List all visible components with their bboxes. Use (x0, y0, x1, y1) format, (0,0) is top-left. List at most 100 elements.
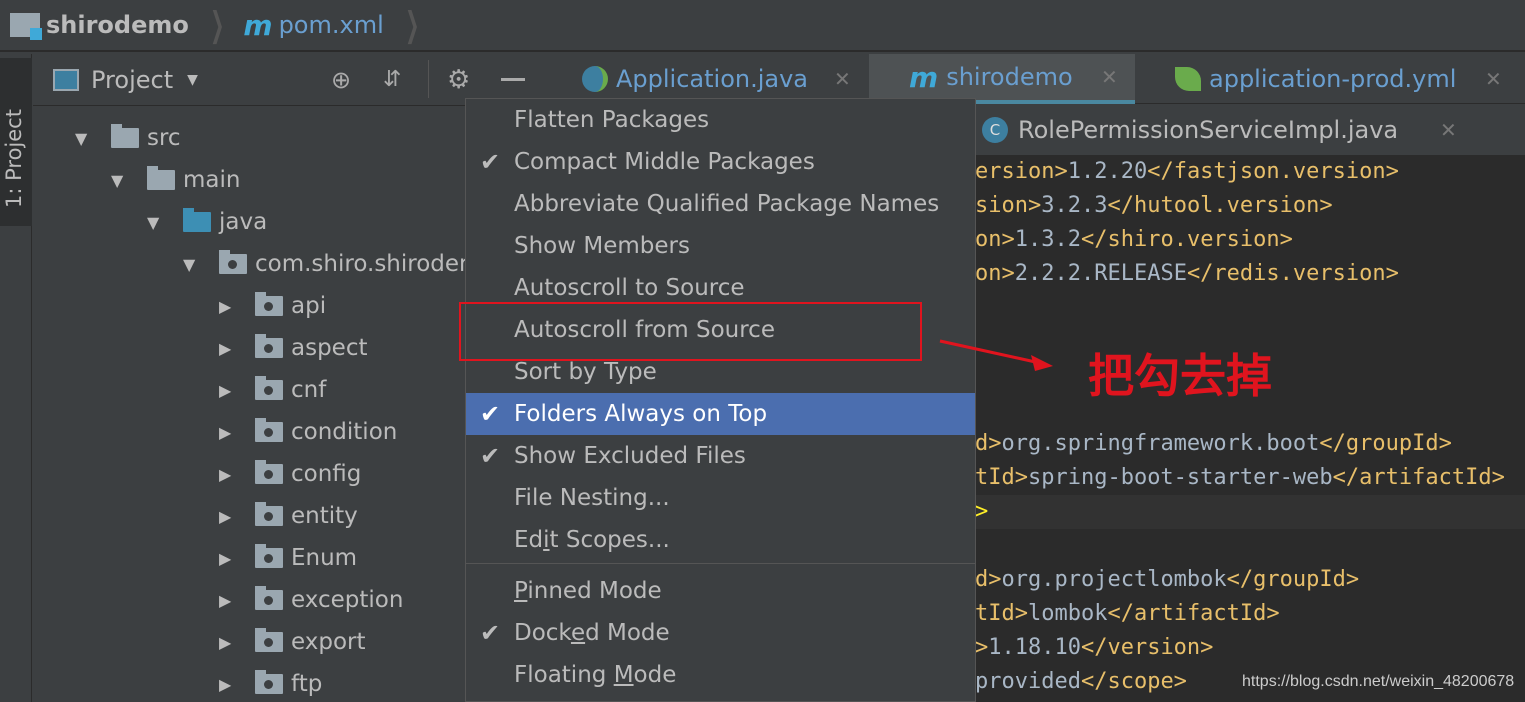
code-line: tId>lombok</artifactId> (975, 601, 1280, 626)
tree-item[interactable]: ▶ api (219, 285, 326, 327)
project-tool-tab-label: 1: Project (2, 109, 26, 208)
tree-item[interactable]: ▶ Enum (219, 537, 357, 579)
breadcrumb-project[interactable]: shirodemo (10, 11, 189, 40)
menu-item[interactable]: Edit Scopes... (466, 519, 975, 561)
tab-shirodemo[interactable]: m shirodemo ✕ (869, 54, 1135, 104)
hide-icon[interactable] (501, 78, 525, 81)
collapsed-arrow-icon[interactable]: ▶ (219, 339, 239, 358)
tree-item-label: api (291, 293, 327, 319)
tree-item[interactable]: ▶ condition (219, 411, 397, 453)
menu-item[interactable]: Floating Mode (466, 654, 975, 696)
divider (428, 60, 429, 98)
menu-item-label: Show Excluded Files (514, 443, 746, 469)
menu-separator (466, 563, 975, 564)
project-tree: ▼ src ▼ main ▼ java ▼ com.shiro.shirodemo ▶ api ▶ a… (33, 106, 465, 702)
menu-item[interactable]: Show Members (466, 225, 975, 267)
tree-item[interactable]: ▼ com.shiro.shirodemo (183, 243, 465, 285)
folder-icon (147, 166, 175, 190)
breadcrumb-separator-icon: ❯ (210, 5, 225, 45)
folder-icon (111, 124, 139, 148)
menu-item-label: Show Members (514, 233, 690, 259)
close-icon[interactable]: ✕ (1440, 118, 1457, 142)
project-tool-tab[interactable]: 1: Project (0, 58, 32, 226)
tab-role-permission-service-impl[interactable]: C RolePermissionServiceImpl.java ✕ (982, 104, 1472, 156)
collapsed-arrow-icon[interactable]: ▶ (219, 465, 239, 484)
tree-item-label: config (291, 461, 362, 487)
menu-item-label: Pinned Mode (514, 578, 662, 604)
menu-item[interactable]: Flatten Packages (466, 99, 975, 141)
tree-item[interactable]: ▶ exception (219, 579, 403, 621)
class-icon: C (982, 117, 1008, 143)
spring-leaf-icon (1175, 67, 1201, 91)
menu-item-label: Floating Mode (514, 662, 677, 688)
collapsed-arrow-icon[interactable]: ▶ (219, 297, 239, 316)
tree-item[interactable]: ▶ config (219, 453, 361, 495)
tree-item-label: condition (291, 419, 398, 445)
gear-icon[interactable]: ⚙ (447, 65, 470, 95)
tree-item[interactable]: ▶ export (219, 621, 366, 663)
project-folder-icon (10, 13, 42, 40)
expanded-arrow-icon[interactable]: ▼ (75, 129, 95, 148)
close-icon[interactable]: ✕ (1485, 67, 1502, 91)
close-icon[interactable]: ✕ (834, 67, 851, 91)
tab-label: Application.java (616, 65, 809, 93)
menu-item-label: Compact Middle Packages (514, 149, 815, 175)
navigation-bar: shirodemo ❯ m pom.xml ❯ (0, 0, 1525, 52)
menu-item[interactable]: Abbreviate Qualified Package Names (466, 183, 975, 225)
menu-item-label: Abbreviate Qualified Package Names (514, 191, 940, 217)
code-line: > (975, 499, 989, 524)
collapsed-arrow-icon[interactable]: ▶ (219, 423, 239, 442)
tab-application-prod-yml[interactable]: application-prod.yml ✕ (1175, 54, 1525, 104)
collapsed-arrow-icon[interactable]: ▶ (219, 633, 239, 652)
tree-item-label: src (147, 125, 181, 151)
menu-item[interactable]: File Nesting... (466, 477, 975, 519)
code-editor[interactable]: ersion>1.2.20</fastjson.version> sion>3.2… (975, 156, 1525, 702)
close-icon[interactable]: ✕ (1101, 65, 1118, 89)
tree-item[interactable]: ▶ aspect (219, 327, 368, 369)
project-view-icon (53, 68, 79, 91)
tree-item[interactable]: ▼ src (75, 117, 181, 159)
code-line: on>1.3.2</shiro.version> (975, 227, 1293, 252)
collapsed-arrow-icon[interactable]: ▶ (219, 675, 239, 694)
tab-label: application-prod.yml (1209, 65, 1457, 93)
menu-item-label: Folders Always on Top (514, 401, 768, 427)
locate-icon[interactable]: ⊕ (331, 66, 351, 94)
tree-item[interactable]: ▶ ftp (219, 663, 322, 702)
package-icon (255, 292, 283, 316)
expanded-arrow-icon[interactable]: ▼ (147, 213, 167, 232)
package-icon (255, 586, 283, 610)
checkmark-icon: ✔ (479, 148, 501, 176)
menu-item[interactable]: ✔ Docked Mode (466, 612, 975, 654)
menu-item[interactable]: ✔ Show Excluded Files (466, 435, 975, 477)
menu-item[interactable]: Pinned Mode (466, 570, 975, 612)
breadcrumb-project-label: shirodemo (46, 11, 189, 39)
collapsed-arrow-icon[interactable]: ▶ (219, 381, 239, 400)
maven-icon: m (243, 8, 273, 42)
breadcrumb-file[interactable]: m pom.xml (243, 9, 383, 42)
tree-item[interactable]: ▶ cnf (219, 369, 326, 411)
collapse-all-icon[interactable]: ⇵ (383, 67, 401, 92)
project-options-menu: Flatten Packages ✔ Compact Middle Packages… (465, 98, 976, 702)
tree-item[interactable]: ▼ java (147, 201, 267, 243)
tree-item-label: exception (291, 587, 404, 613)
expanded-arrow-icon[interactable]: ▼ (111, 171, 131, 190)
tab-application-java[interactable]: Application.java ✕ (582, 54, 870, 104)
tree-item-label: java (219, 209, 268, 235)
spring-boot-class-icon (582, 66, 608, 92)
collapsed-arrow-icon[interactable]: ▶ (219, 549, 239, 568)
package-icon (255, 376, 283, 400)
menu-item-label: File Nesting... (514, 485, 670, 511)
tree-item[interactable]: ▶ entity (219, 495, 358, 537)
source-folder-icon (183, 208, 211, 232)
breadcrumb-separator-icon: ❯ (404, 5, 420, 45)
expanded-arrow-icon[interactable]: ▼ (183, 255, 203, 274)
project-view-label: Project (91, 65, 174, 94)
menu-item[interactable]: ✔ Compact Middle Packages (466, 141, 975, 183)
collapsed-arrow-icon[interactable]: ▶ (219, 591, 239, 610)
tree-item[interactable]: ▼ main (111, 159, 240, 201)
collapsed-arrow-icon[interactable]: ▶ (219, 507, 239, 526)
menu-item[interactable]: ✔ Folders Always on Top (466, 393, 975, 435)
package-icon (255, 670, 283, 694)
code-line: on>2.2.2.RELEASE</redis.version> (975, 261, 1399, 286)
project-view-selector[interactable]: Project ▼ (91, 66, 198, 94)
